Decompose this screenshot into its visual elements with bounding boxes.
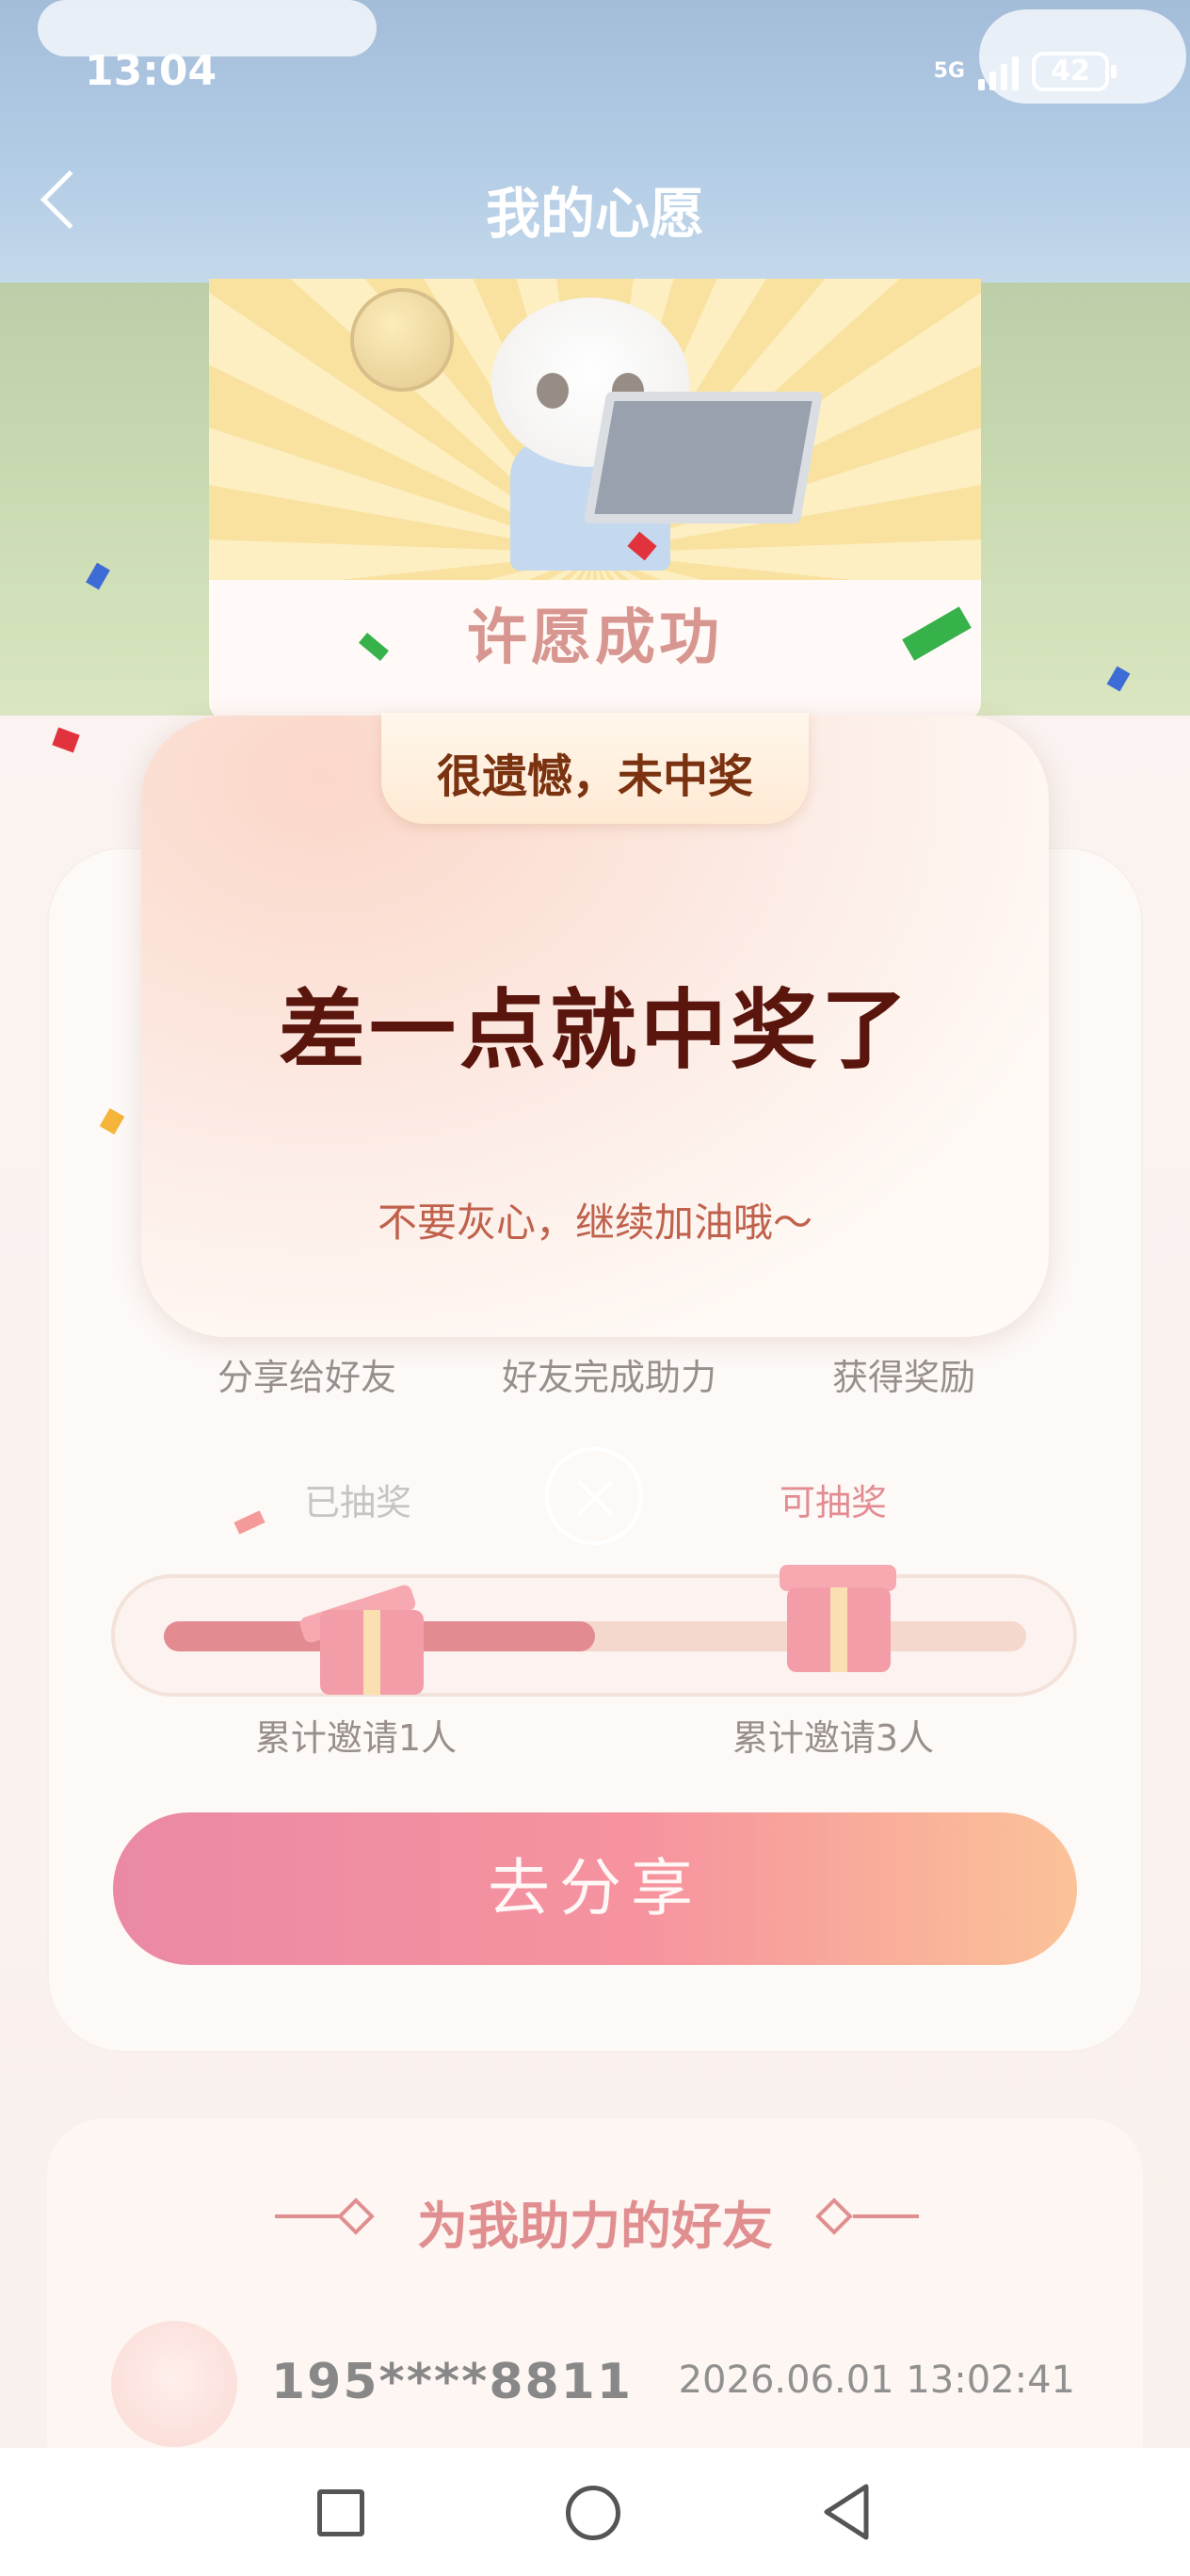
circle-icon[interactable] xyxy=(566,2486,620,2540)
square-icon[interactable] xyxy=(317,2489,364,2536)
modal-tab-label: 很遗憾，未中奖 xyxy=(436,750,753,803)
close-icon[interactable] xyxy=(545,1447,643,1545)
modal-heading: 差一点就中奖了 xyxy=(278,980,911,1081)
modal-subtitle: 不要灰心，继续加油哦～ xyxy=(377,1199,812,1246)
triangle-back-icon[interactable] xyxy=(819,2482,876,2542)
